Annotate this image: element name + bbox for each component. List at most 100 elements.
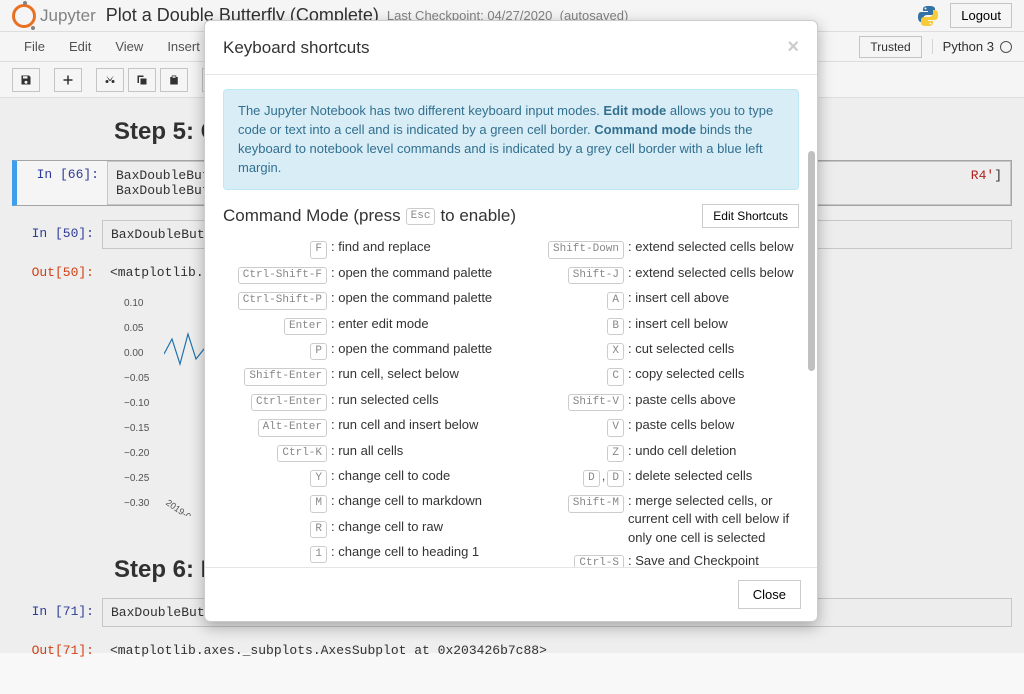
shortcut-keys: A — [520, 289, 628, 309]
shortcut-row: Z: undo cell deletion — [520, 442, 799, 462]
shortcut-keys: V — [520, 416, 628, 436]
shortcut-desc: : run cell and insert below — [331, 416, 502, 434]
key-b: B — [607, 318, 624, 335]
shortcut-keys: Ctrl-K — [223, 442, 331, 462]
shortcut-row: F: find and replace — [223, 238, 502, 258]
shortcut-desc: : change cell to markdown — [331, 492, 502, 510]
shortcut-desc: : open the command palette — [331, 264, 502, 282]
shortcut-keys: Ctrl-Shift-F — [223, 264, 331, 284]
shortcut-desc: : copy selected cells — [628, 365, 799, 383]
shortcut-desc: : open the command palette — [331, 289, 502, 307]
key-ctrl-k: Ctrl-K — [277, 445, 327, 462]
shortcut-desc: : open the command palette — [331, 340, 502, 358]
shortcut-row: Alt-Enter: run cell and insert below — [223, 416, 502, 436]
shortcut-desc: : Save and Checkpoint — [628, 552, 799, 567]
shortcut-keys: M — [223, 492, 331, 512]
close-button[interactable]: Close — [738, 580, 801, 609]
shortcut-desc: : extend selected cells below — [628, 238, 799, 256]
shortcut-keys: Shift-V — [520, 391, 628, 411]
shortcut-keys: Alt-Enter — [223, 416, 331, 436]
key-r: R — [310, 521, 327, 538]
shortcut-keys: Ctrl-Shift-P — [223, 289, 331, 309]
shortcut-row: V: paste cells below — [520, 416, 799, 436]
key-ctrl-enter: Ctrl-Enter — [251, 394, 327, 411]
key-d: D — [607, 470, 624, 487]
shortcut-row: X: cut selected cells — [520, 340, 799, 360]
shortcut-desc: : insert cell above — [628, 289, 799, 307]
shortcut-desc: : insert cell below — [628, 315, 799, 333]
key-alt-enter: Alt-Enter — [258, 419, 327, 436]
shortcut-desc: : paste cells below — [628, 416, 799, 434]
shortcut-desc: : delete selected cells — [628, 467, 799, 485]
keyboard-shortcuts-modal: Keyboard shortcuts × The Jupyter Noteboo… — [204, 20, 818, 622]
shortcut-keys: B — [520, 315, 628, 335]
key-shift-enter: Shift-Enter — [244, 368, 327, 385]
shortcut-keys: Shift-J — [520, 264, 628, 284]
shortcut-keys: Ctrl-S — [520, 552, 628, 567]
key-ctrl-shift-p: Ctrl-Shift-P — [238, 292, 327, 309]
shortcut-keys: Shift-M — [520, 492, 628, 512]
shortcut-desc: : change cell to raw — [331, 518, 502, 536]
modal-title: Keyboard shortcuts — [223, 38, 369, 58]
shortcut-row: Shift-Down: extend selected cells below — [520, 238, 799, 258]
shortcut-keys: Shift-Down — [520, 238, 628, 258]
key-f: F — [310, 241, 327, 258]
shortcut-keys: Y — [223, 467, 331, 487]
shortcut-row: R: change cell to raw — [223, 518, 502, 538]
key-shift-down: Shift-Down — [548, 241, 624, 258]
modal-header: Keyboard shortcuts × — [205, 21, 817, 75]
modal-body: The Jupyter Notebook has two different k… — [205, 75, 817, 567]
shortcut-keys: Enter — [223, 315, 331, 335]
shortcut-keys: C — [520, 365, 628, 385]
key-shift-j: Shift-J — [568, 267, 624, 284]
command-mode-heading: Command Mode (press Esc to enable) Edit … — [223, 204, 799, 228]
shortcut-row: Ctrl-Shift-P: open the command palette — [223, 289, 502, 309]
shortcut-row: Shift-J: extend selected cells below — [520, 264, 799, 284]
shortcut-keys: F — [223, 238, 331, 258]
shortcuts-col-right: Shift-Down: extend selected cells belowS… — [520, 238, 799, 567]
shortcuts-grid: F: find and replaceCtrl-Shift-F: open th… — [223, 238, 799, 567]
shortcut-desc: : find and replace — [331, 238, 502, 256]
shortcut-row: Shift-Enter: run cell, select below — [223, 365, 502, 385]
shortcuts-col-left: F: find and replaceCtrl-Shift-F: open th… — [223, 238, 502, 567]
shortcut-desc: : run selected cells — [331, 391, 502, 409]
close-icon[interactable]: × — [787, 36, 799, 59]
shortcut-desc: : merge selected cells, or current cell … — [628, 492, 799, 547]
key-v: V — [607, 419, 624, 436]
key-shift-v: Shift-V — [568, 394, 624, 411]
key-d: D — [583, 470, 600, 487]
shortcut-keys: 1 — [223, 543, 331, 563]
key-z: Z — [607, 445, 624, 462]
shortcut-keys: Ctrl-Enter — [223, 391, 331, 411]
esc-key-icon: Esc — [406, 208, 436, 225]
key-shift-m: Shift-M — [568, 495, 624, 512]
shortcut-desc: : run cell, select below — [331, 365, 502, 383]
modal-footer: Close — [205, 567, 817, 621]
key-1: 1 — [310, 546, 327, 563]
key-y: Y — [310, 470, 327, 487]
key-c: C — [607, 368, 624, 385]
key-enter: Enter — [284, 318, 327, 335]
key-a: A — [607, 292, 624, 309]
shortcut-row: D,D: delete selected cells — [520, 467, 799, 487]
shortcut-keys: Z — [520, 442, 628, 462]
edit-shortcuts-button[interactable]: Edit Shortcuts — [702, 204, 799, 228]
shortcut-keys: X — [520, 340, 628, 360]
shortcut-row: Shift-M: merge selected cells, or curren… — [520, 492, 799, 547]
shortcut-row: 1: change cell to heading 1 — [223, 543, 502, 563]
shortcut-desc: : run all cells — [331, 442, 502, 460]
key-p: P — [310, 343, 327, 360]
shortcut-row: Ctrl-Shift-F: open the command palette — [223, 264, 502, 284]
key-m: M — [310, 495, 327, 512]
shortcut-desc: : undo cell deletion — [628, 442, 799, 460]
shortcut-row: P: open the command palette — [223, 340, 502, 360]
shortcut-row: Ctrl-K: run all cells — [223, 442, 502, 462]
key-ctrl-s: Ctrl-S — [574, 555, 624, 567]
scrollbar-thumb[interactable] — [808, 151, 815, 371]
shortcut-row: Ctrl-Enter: run selected cells — [223, 391, 502, 411]
info-box: The Jupyter Notebook has two different k… — [223, 89, 799, 190]
shortcut-keys: R — [223, 518, 331, 538]
key-ctrl-shift-f: Ctrl-Shift-F — [238, 267, 327, 284]
shortcut-keys: Shift-Enter — [223, 365, 331, 385]
shortcut-desc: : enter edit mode — [331, 315, 502, 333]
